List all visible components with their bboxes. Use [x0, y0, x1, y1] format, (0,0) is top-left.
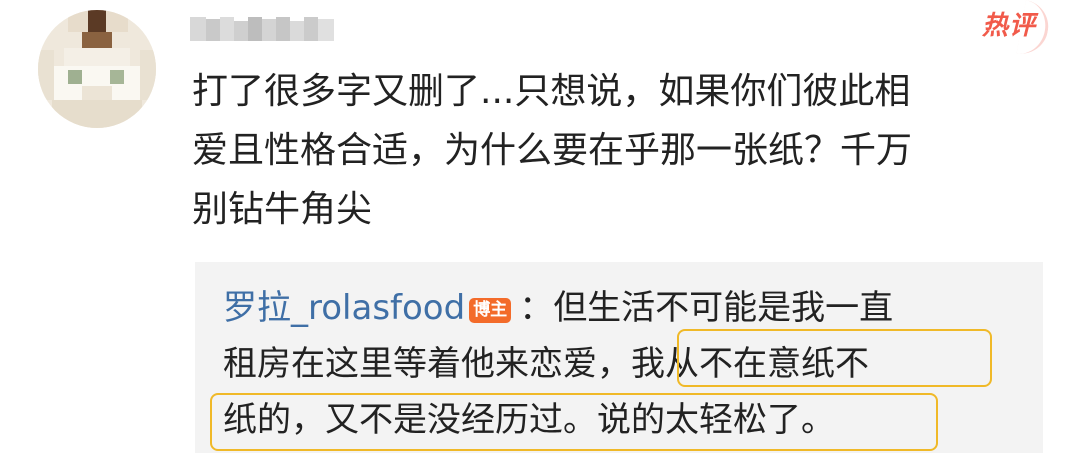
reply-line-1: 但生活不可能是我一直 — [553, 288, 894, 328]
reply-line-2: 租房在这里等着他来恋爱， — [223, 344, 631, 384]
username-blurred[interactable] — [190, 13, 340, 45]
hot-comment-badge: 热评 — [982, 8, 1036, 44]
comment-card: 热评 打了很多字又删了...只想说，如果你们彼此相 爱且性格合适，为什么要在乎那一… — [0, 0, 1080, 453]
comment-line-3: 别钻牛角尖 — [192, 189, 373, 230]
avatar[interactable] — [38, 10, 156, 128]
reply-author-link[interactable]: 罗拉_rolasfood — [223, 288, 465, 328]
reply-box[interactable]: 罗拉_rolasfood 博主 ：但生活不可能是我一直租房在这里等着他来恋爱，我从不… — [195, 262, 1043, 453]
comment-line-1: 打了很多字又删了...只想说，如果你们彼此相 — [192, 71, 911, 112]
comment-line-2: 爱且性格合适，为什么要在乎那一张纸？千万 — [192, 130, 913, 171]
reply-text: 罗拉_rolasfood 博主 ：但生活不可能是我一直租房在这里等着他来恋爱，我从不… — [223, 280, 1033, 448]
reply-line-3-highlight: 纸的，又不是没经历过。说的太轻松了。 — [223, 400, 835, 440]
reply-separator: ： — [519, 288, 554, 328]
comment-text: 打了很多字又删了...只想说，如果你们彼此相 爱且性格合适，为什么要在乎那一张纸？… — [192, 62, 1052, 239]
reply-line-2-highlight: 我从不在意纸不 — [631, 344, 869, 384]
blogger-badge: 博主 — [469, 298, 512, 323]
